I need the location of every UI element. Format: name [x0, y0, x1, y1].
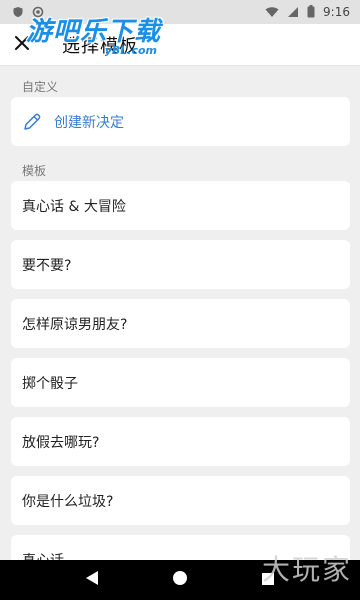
status-left	[12, 3, 44, 22]
template-item[interactable]: 怎样原谅男朋友?	[11, 299, 350, 348]
battery-icon	[307, 3, 315, 22]
section-label-custom: 自定义	[22, 80, 59, 94]
section-label-templates: 模板	[22, 164, 47, 178]
app-bar: 选择模板	[0, 24, 360, 66]
template-item[interactable]: 真心话 & 大冒险	[11, 181, 350, 230]
back-triangle-icon	[85, 570, 99, 590]
template-item-label: 怎样原谅男朋友?	[22, 316, 128, 333]
nav-back-button[interactable]	[78, 566, 106, 594]
template-item[interactable]: 要不要?	[11, 240, 350, 289]
create-new-decision-label: 创建新决定	[54, 114, 124, 131]
close-button[interactable]	[0, 24, 44, 66]
template-item-label: 放假去哪玩?	[22, 434, 100, 451]
shield-icon	[12, 3, 24, 22]
template-item[interactable]: 真心话	[11, 535, 350, 560]
template-item-label: 要不要?	[22, 257, 72, 274]
template-item[interactable]: 掷个骰子	[11, 358, 350, 407]
close-x-icon	[15, 35, 29, 54]
signal-icon	[287, 3, 299, 22]
home-circle-icon	[172, 570, 188, 590]
create-new-decision-button[interactable]: 创建新决定	[11, 97, 350, 146]
template-item-label: 真心话 & 大冒险	[22, 198, 126, 215]
template-item[interactable]: 放假去哪玩?	[11, 417, 350, 466]
page-title: 选择模板	[62, 35, 138, 57]
template-item[interactable]: 你是什么垃圾?	[11, 476, 350, 525]
pencil-icon	[22, 112, 42, 132]
status-right: 9:16	[265, 3, 350, 22]
template-item-label: 掷个骰子	[22, 375, 78, 392]
circle-icon	[32, 3, 44, 22]
status-bar: 9:16	[0, 0, 360, 24]
nav-recents-button[interactable]	[254, 566, 282, 594]
nav-home-button[interactable]	[166, 566, 194, 594]
template-item-label: 真心话	[22, 550, 64, 561]
content-list: 自定义 创建新决定 模板 真心话 & 大冒险 要不要? 怎样原谅男朋友? 掷个骰…	[0, 66, 360, 560]
recents-square-icon	[261, 571, 275, 590]
template-item-label: 你是什么垃圾?	[22, 493, 114, 510]
wifi-icon	[265, 3, 279, 22]
status-time: 9:16	[323, 5, 350, 19]
nav-bar	[0, 560, 360, 600]
